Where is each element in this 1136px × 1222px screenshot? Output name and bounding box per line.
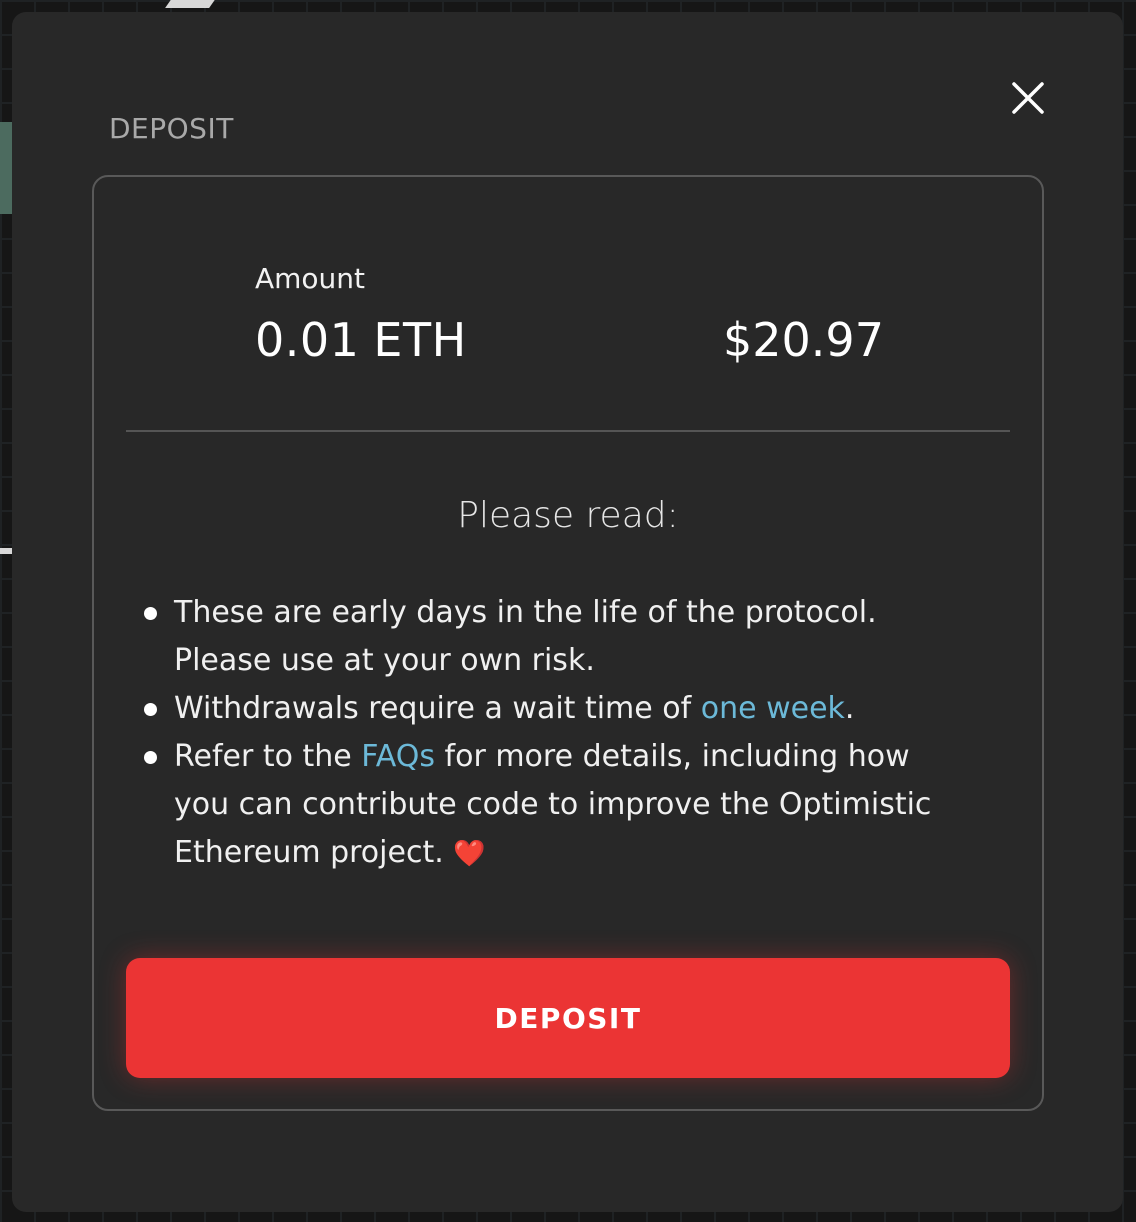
- deposit-modal: DEPOSIT Amount 0.01 ETH $20.97 Please rea…: [12, 12, 1123, 1212]
- list-item: Withdrawals require a wait time of one w…: [144, 685, 974, 733]
- bullet-icon: [144, 607, 157, 620]
- close-icon: [1012, 82, 1044, 114]
- close-button[interactable]: [1008, 78, 1048, 118]
- modal-title: DEPOSIT: [109, 112, 234, 145]
- notice-text: .: [844, 691, 855, 726]
- background-decoration: [165, 0, 219, 8]
- notice-list: These are early days in the life of the …: [144, 589, 974, 878]
- bullet-icon: [144, 751, 157, 764]
- amount-number: 0.01: [255, 313, 360, 367]
- notice-text: Withdrawals require a wait time of: [174, 691, 701, 726]
- heart-icon: ❤️: [453, 839, 486, 869]
- amount-label: Amount: [255, 262, 366, 295]
- notice-text: These are early days in the life of the …: [174, 595, 877, 678]
- background-decoration: [0, 548, 12, 554]
- amount-value: 0.01 ETH: [255, 313, 467, 367]
- background-decoration: [0, 122, 12, 214]
- divider: [126, 430, 1010, 432]
- notice-text: Refer to the: [174, 739, 362, 774]
- amount-unit: ETH: [373, 313, 467, 367]
- deposit-card: Amount 0.01 ETH $20.97 Please read: These…: [92, 175, 1044, 1111]
- bullet-icon: [144, 703, 157, 716]
- faqs-link[interactable]: FAQs: [361, 739, 435, 774]
- notice-heading: Please read:: [457, 495, 679, 536]
- list-item: Refer to the FAQs for more details, incl…: [144, 733, 974, 878]
- amount-usd-value: $20.97: [723, 313, 884, 367]
- list-item: These are early days in the life of the …: [144, 589, 974, 685]
- one-week-link[interactable]: one week: [701, 691, 845, 726]
- deposit-button[interactable]: DEPOSIT: [126, 958, 1010, 1078]
